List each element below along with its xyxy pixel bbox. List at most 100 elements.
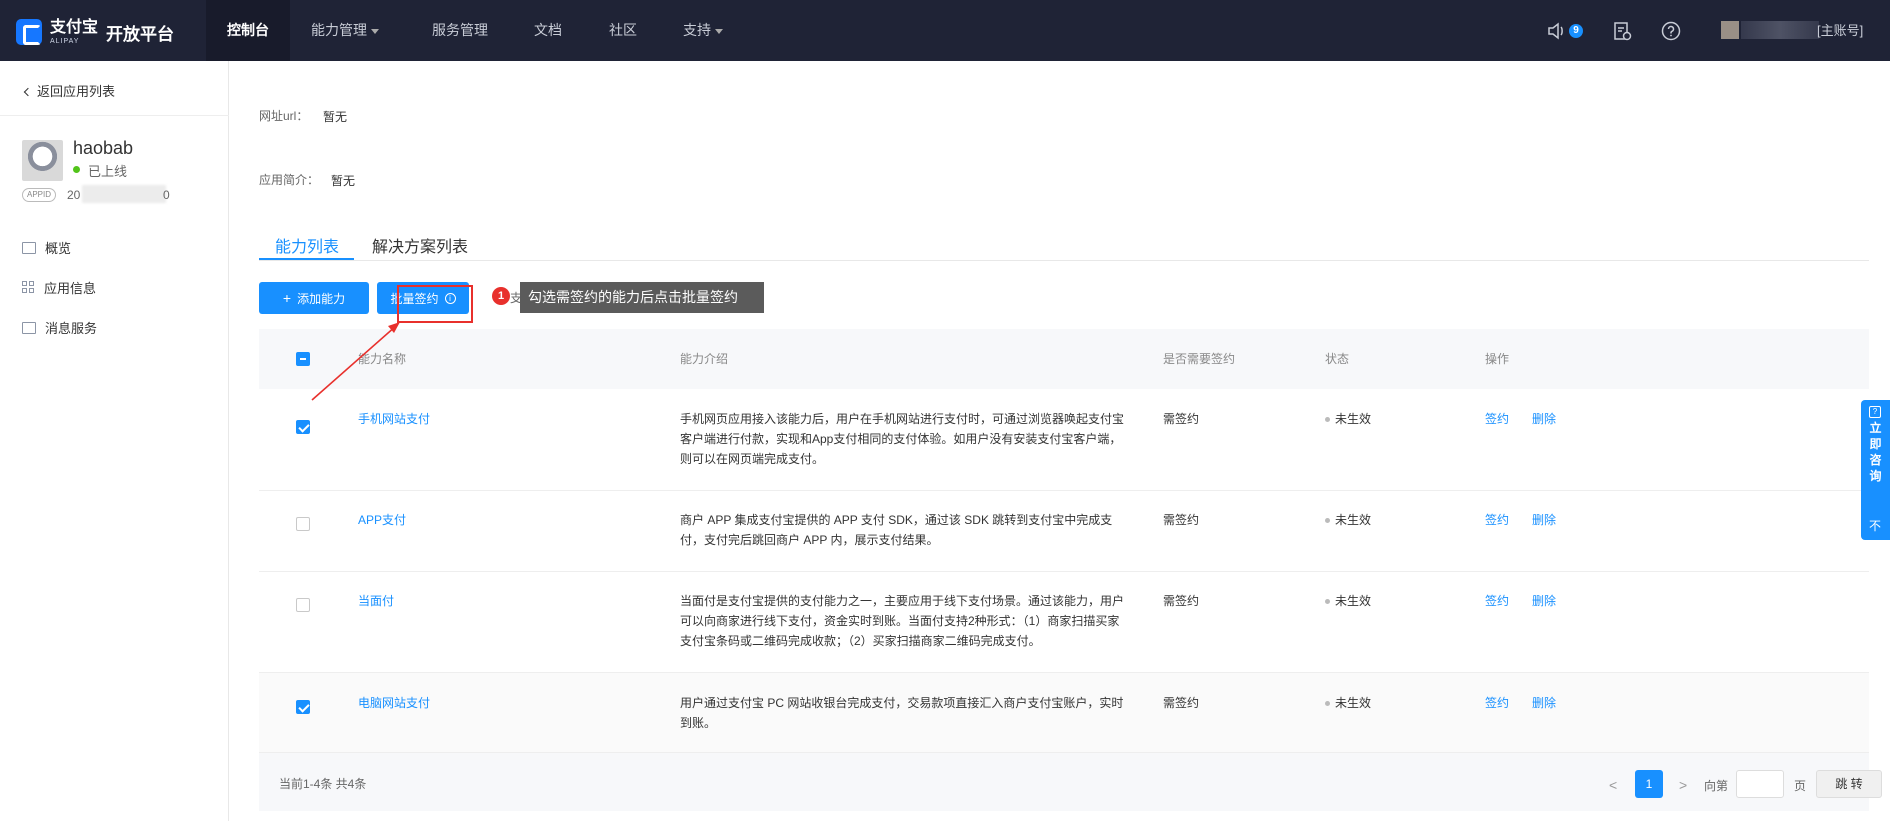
sidebar-item-label: 应用信息 — [44, 281, 97, 296]
sign-required: 需签约 — [1163, 412, 1200, 426]
plus-icon: + — [282, 290, 292, 306]
alipay-logo[interactable]: 支付宝 ALIPAY 开放平台 — [16, 19, 174, 45]
account-name-redacted — [1741, 21, 1819, 39]
table-row: APP支付 商户 APP 集成支付宝提供的 APP 支付 SDK，通过该 SDK… — [259, 491, 1869, 572]
row-checkbox[interactable] — [296, 517, 310, 531]
sidebar: 返回应用列表 haobab 已上线 APPID 20 0 概览 应用信息 消息服… — [0, 61, 229, 821]
prev-page-button[interactable]: < — [1609, 777, 1617, 793]
user-avatar[interactable] — [1721, 21, 1739, 39]
sign-action-link[interactable]: 签约 — [1485, 591, 1509, 611]
delete-action-link[interactable]: 删除 — [1532, 693, 1556, 713]
next-page-button[interactable]: > — [1679, 777, 1687, 793]
row-checkbox[interactable] — [296, 420, 310, 434]
appid-prefix: 20 — [67, 188, 81, 202]
logo-cn: 支付宝 — [50, 18, 99, 36]
desc-line: 到账。 — [680, 716, 717, 730]
desc-line: 支付宝条码或二维码完成收款；（2）买家扫描商家二维码完成支付。 — [680, 634, 1041, 648]
nav-capability-management[interactable]: 能力管理 — [290, 0, 400, 61]
nav-support-label: 支持 — [683, 22, 711, 38]
goto-page-input[interactable] — [1736, 770, 1784, 798]
appid-tag: APPID — [22, 188, 57, 202]
online-status-dot — [73, 166, 80, 173]
table-row: 手机网站支付 手机网页应用接入该能力后，用户在手机网站进行支付时，可通过浏览器唤… — [259, 389, 1869, 491]
nav-docs[interactable]: 文档 — [520, 0, 576, 61]
th-sign-required: 是否需要签约 — [1163, 352, 1236, 366]
tasks-icon[interactable] — [1611, 20, 1633, 42]
logo-en: ALIPAY — [50, 37, 80, 45]
intro-value: 暂无 — [331, 174, 356, 188]
capability-name-link[interactable]: 电脑网站支付 — [358, 693, 430, 713]
row-checkbox[interactable] — [296, 598, 310, 612]
consult-label: 立即咨询 — [1869, 421, 1882, 483]
platform-title: 开放平台 — [106, 24, 175, 44]
sign-action-link[interactable]: 签约 — [1485, 693, 1509, 713]
th-status: 状态 — [1325, 352, 1350, 366]
desc-line: 用户通过支付宝 PC 网站收银台完成支付，交易款项直接汇入商户支付宝账户，实时 — [680, 696, 1124, 710]
select-all-checkbox[interactable] — [296, 352, 310, 366]
nav-docs-label: 文档 — [534, 22, 562, 38]
app-status: 已上线 — [88, 164, 128, 179]
delete-action-link[interactable]: 删除 — [1532, 591, 1556, 611]
desc-line: 手机网页应用接入该能力后，用户在手机网站进行支付时，可通过浏览器唤起支付宝 — [680, 412, 1125, 426]
status-dot — [1325, 599, 1330, 604]
table-row: 电脑网站支付 用户通过支付宝 PC 网站收银台完成支付，交易款项直接汇入商户支付… — [259, 673, 1869, 753]
add-capability-label: 添加能力 — [297, 291, 346, 306]
delete-action-link[interactable]: 删除 — [1532, 510, 1556, 530]
account-label[interactable]: [主账号] — [1817, 21, 1863, 41]
desc-line: 商户 APP 集成支付宝提供的 APP 支付 SDK，通过该 SDK 跳转到支付… — [680, 513, 1113, 527]
question-icon: ? — [1869, 406, 1881, 418]
capability-name-link[interactable]: 当面付 — [358, 591, 394, 611]
sign-required: 需签约 — [1163, 513, 1200, 527]
app-name: haobab — [73, 138, 134, 158]
speaker-icon[interactable] — [1546, 20, 1568, 42]
capability-description: 手机网页应用接入该能力后，用户在手机网站进行支付时，可通过浏览器唤起支付宝 客户… — [680, 409, 1130, 469]
capability-description: 商户 APP 集成支付宝提供的 APP 支付 SDK，通过该 SDK 跳转到支付… — [680, 510, 1130, 550]
chevron-down-icon — [715, 28, 723, 34]
sign-action-link[interactable]: 签约 — [1485, 510, 1509, 530]
instruction-tooltip: 勾选需签约的能力后点击批量签约 — [520, 282, 764, 313]
sidebar-item-app-info[interactable]: 应用信息 — [22, 278, 96, 297]
sign-required: 需签约 — [1163, 696, 1200, 710]
sign-action-link[interactable]: 签约 — [1485, 409, 1509, 429]
nav-console[interactable]: 控制台 — [206, 0, 290, 61]
capability-name-link[interactable]: APP支付 — [358, 510, 406, 530]
chevron-left-icon — [23, 87, 33, 96]
sidebar-item-overview[interactable]: 概览 — [22, 238, 71, 257]
delete-action-link[interactable]: 删除 — [1532, 409, 1556, 429]
appid-redacted — [82, 185, 166, 203]
row-checkbox[interactable] — [296, 700, 310, 714]
goto-button[interactable]: 跳 转 — [1816, 770, 1882, 798]
page-unit-label: 页 — [1794, 779, 1807, 793]
table-footer: 当前1-4条 共4条 < 1 > 向第 页 跳 转 — [259, 753, 1882, 811]
status-text: 未生效 — [1335, 513, 1372, 527]
help-icon[interactable] — [1660, 20, 1682, 42]
desc-line: 付，支付完后跳回商户 APP 内，展示支付结果。 — [680, 533, 939, 547]
back-to-app-list-link[interactable]: 返回应用列表 — [23, 81, 116, 100]
consult-now-button[interactable]: ? 立即咨询 不 — [1861, 400, 1890, 540]
message-icon — [22, 321, 36, 334]
tab-capability-list[interactable]: 能力列表 — [275, 233, 339, 257]
sidebar-item-label: 概览 — [45, 241, 72, 256]
nav-support[interactable]: 支持 — [670, 0, 736, 61]
consult-more: 不 — [1869, 519, 1882, 533]
status-dot — [1325, 701, 1330, 706]
th-actions: 操作 — [1485, 352, 1510, 366]
status-dot — [1325, 518, 1330, 523]
back-link-label: 返回应用列表 — [37, 84, 116, 99]
page-1-button[interactable]: 1 — [1635, 770, 1663, 798]
monitor-icon — [22, 241, 36, 254]
nav-community-label: 社区 — [609, 22, 637, 38]
chevron-down-icon — [371, 28, 379, 34]
tab-solution-list[interactable]: 解决方案列表 — [372, 233, 468, 257]
nav-community[interactable]: 社区 — [595, 0, 651, 61]
desc-line: 则可以在网页端完成支付。 — [680, 452, 825, 466]
sidebar-item-message-service[interactable]: 消息服务 — [22, 318, 97, 337]
desc-line: 可以向商家进行线下支付，资金实时到账。当面付支持2种形式：（1）商家扫描买家 — [680, 614, 1120, 628]
nav-service-management[interactable]: 服务管理 — [420, 0, 500, 61]
add-capability-button[interactable]: + 添加能力 — [259, 282, 369, 314]
sidebar-item-label: 消息服务 — [45, 321, 98, 336]
nav-service-label: 服务管理 — [432, 22, 488, 38]
top-nav: 支付宝 ALIPAY 开放平台 控制台 能力管理 服务管理 文档 社区 支持 9… — [0, 0, 1890, 61]
capability-name-link[interactable]: 手机网站支付 — [358, 409, 430, 429]
status-text: 未生效 — [1335, 412, 1372, 426]
